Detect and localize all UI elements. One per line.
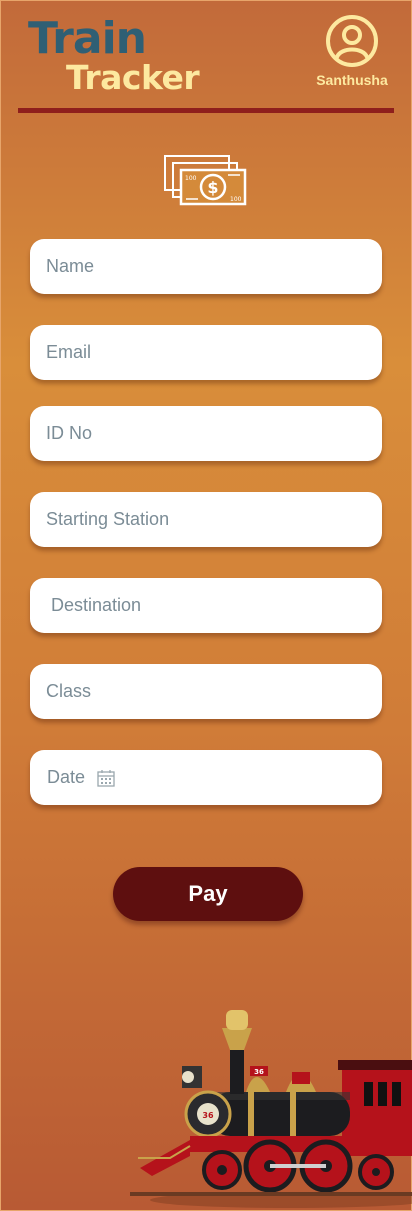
user-avatar-icon	[326, 15, 378, 67]
svg-text:$: $	[207, 178, 218, 197]
email-placeholder: Email	[46, 342, 92, 362]
email-field[interactable]: Email	[30, 325, 382, 380]
svg-text:36: 36	[202, 1111, 214, 1120]
starting-station-field[interactable]: Starting Station	[30, 492, 382, 547]
id-number-field[interactable]: ID No	[30, 406, 382, 461]
destination-placeholder: Destination	[51, 595, 142, 615]
header-divider	[18, 108, 394, 113]
app-logo: Train Tracker	[28, 14, 228, 104]
svg-text:36: 36	[254, 1068, 264, 1076]
username-label: Santhusha	[316, 72, 388, 88]
class-placeholder: Class	[46, 681, 92, 701]
name-field[interactable]: Name	[30, 239, 382, 294]
date-placeholder: Date	[47, 767, 86, 787]
logo-text-tracker: Tracker	[66, 58, 200, 97]
user-profile[interactable]: Santhusha	[310, 14, 394, 94]
train-illustration: 36 36	[130, 1010, 412, 1208]
date-field[interactable]: Date	[30, 750, 382, 805]
calendar-icon[interactable]	[97, 769, 115, 787]
logo-text-train: Train	[28, 13, 147, 64]
pay-button[interactable]: Pay	[113, 867, 303, 921]
money-icon: $ 100 100	[164, 155, 247, 206]
starting-station-placeholder: Starting Station	[46, 509, 170, 529]
destination-field[interactable]: Destination	[30, 578, 382, 633]
class-field[interactable]: Class	[30, 664, 382, 719]
svg-text:100: 100	[230, 196, 242, 203]
id-number-placeholder: ID No	[46, 423, 93, 443]
svg-text:100: 100	[185, 175, 197, 182]
name-placeholder: Name	[46, 256, 95, 276]
